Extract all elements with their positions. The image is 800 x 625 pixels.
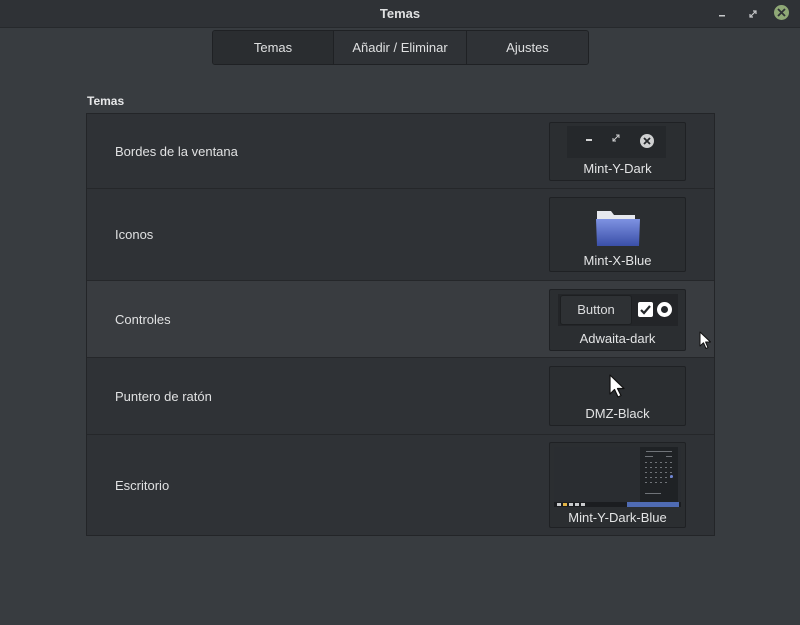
calendar-preview <box>640 447 678 503</box>
row-label: Controles <box>115 312 171 327</box>
theme-name: Mint-Y-Dark <box>583 161 652 176</box>
folder-icon <box>596 211 640 246</box>
desktop-theme-button[interactable]: Mint-Y-Dark-Blue <box>549 442 686 528</box>
pointer-theme-button[interactable]: DMZ-Black <box>549 366 686 426</box>
row-mouse-pointer: Puntero de ratón DMZ-Black <box>87 358 714 435</box>
controls-preview: Button <box>558 294 678 326</box>
preview-button: Button <box>560 295 632 325</box>
tab-ajustes[interactable]: Ajustes <box>467 31 588 64</box>
desktop-panel-preview <box>554 502 681 507</box>
row-icons: Iconos Mint-X-Blue <box>87 189 714 281</box>
tab-anadir-eliminar[interactable]: Añadir / Eliminar <box>334 31 467 64</box>
icons-theme-button[interactable]: Mint-X-Blue <box>549 197 686 272</box>
mouse-cursor-icon <box>699 331 711 349</box>
close-icon <box>640 134 654 148</box>
row-label: Iconos <box>115 227 154 242</box>
section-title: Temas <box>87 94 125 108</box>
maximize-icon[interactable] <box>745 6 761 22</box>
pointer-arrow-icon <box>609 374 625 398</box>
row-label: Puntero de ratón <box>115 389 212 404</box>
window-borders-preview <box>567 126 666 158</box>
row-controls: Controles Button Adwaita-dark <box>87 281 714 358</box>
tab-bar: Temas Añadir / Eliminar Ajustes <box>212 30 589 65</box>
themes-list: Bordes de la ventana Mint-Y-Dark Iconos <box>86 113 715 536</box>
tab-temas[interactable]: Temas <box>213 31 334 64</box>
row-window-borders: Bordes de la ventana Mint-Y-Dark <box>87 114 714 189</box>
desktop-preview <box>554 447 681 507</box>
window-title: Temas <box>379 6 421 21</box>
theme-name: Mint-X-Blue <box>583 253 652 268</box>
controls-theme-button[interactable]: Button Adwaita-dark <box>549 289 686 351</box>
theme-name: Mint-Y-Dark-Blue <box>568 510 667 525</box>
theme-name: Adwaita-dark <box>579 331 656 346</box>
radio-icon <box>657 302 672 317</box>
row-label: Bordes de la ventana <box>115 144 238 159</box>
window-titlebar: Temas <box>0 0 800 28</box>
window-borders-theme-button[interactable]: Mint-Y-Dark <box>549 122 686 181</box>
maximize-icon <box>612 134 620 145</box>
row-label: Escritorio <box>115 478 170 493</box>
theme-name: DMZ-Black <box>585 406 650 421</box>
minimize-icon[interactable] <box>714 6 730 22</box>
close-icon[interactable] <box>774 5 789 20</box>
minimize-icon <box>586 139 592 141</box>
row-desktop: Escritorio Mint-Y-Dark-Blue <box>87 435 714 535</box>
checkbox-icon <box>638 302 653 317</box>
